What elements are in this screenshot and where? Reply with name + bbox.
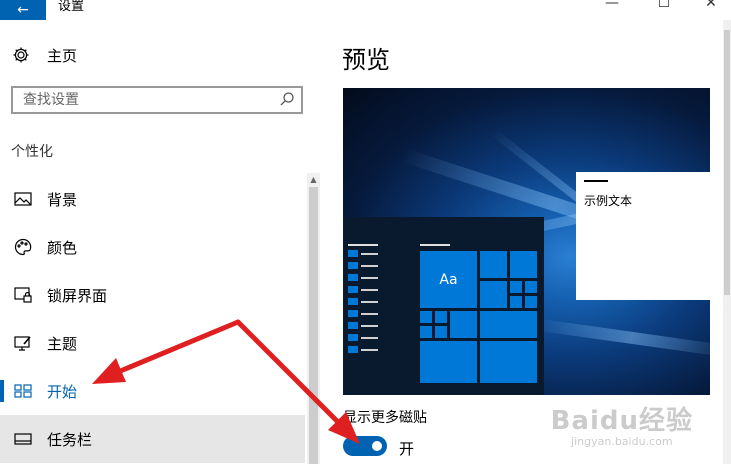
tile: [510, 251, 537, 278]
search-icon[interactable]: [279, 91, 295, 107]
sidebar-item-colors[interactable]: 颜色: [0, 223, 305, 271]
search-box[interactable]: [11, 86, 303, 114]
show-more-tiles-label: 显示更多磁贴: [343, 410, 427, 426]
nav-home[interactable]: 主页: [11, 44, 77, 66]
start-menu-preview: Aa: [343, 217, 544, 395]
maximize-button[interactable]: ☐: [641, 0, 687, 11]
search-input[interactable]: [23, 90, 263, 110]
app-label-line: [361, 301, 378, 303]
sidebar-item-themes[interactable]: 主题: [0, 319, 305, 367]
baidu-watermark: Baidu经验 jingyan.baidu.com: [551, 400, 693, 448]
tile-small: [435, 326, 447, 338]
sidebar-item-start[interactable]: 开始: [0, 367, 305, 415]
toggle-knob: [372, 441, 382, 451]
start-preview: Aa 示例文本: [343, 88, 710, 395]
watermark-sub: jingyan.baidu.com: [571, 435, 673, 448]
app-label-line: [361, 325, 378, 327]
sample-window: 示例文本: [576, 172, 710, 300]
sidebar: 主页 个性化 背景: [0, 20, 320, 464]
tile: [480, 251, 507, 278]
sidebar-item-label: 颜色: [47, 238, 78, 257]
app-icon: [348, 334, 358, 341]
app-icon: [348, 286, 358, 293]
tile-wide: [480, 341, 537, 383]
app-label-line: [361, 253, 378, 255]
app-label-line: [361, 313, 378, 315]
palette-icon: [13, 237, 33, 257]
start-menu-icon: [13, 381, 33, 401]
app-icon: [348, 250, 358, 257]
app-icon: [348, 346, 358, 353]
tile: [480, 281, 507, 308]
taskbar-icon: [13, 429, 33, 449]
menu-header-line: [348, 244, 378, 246]
sidebar-item-label: 任务栏: [47, 430, 93, 449]
sidebar-item-lock-screen[interactable]: 锁屏界面: [0, 271, 305, 319]
tile-small: [510, 281, 522, 293]
theme-icon: [13, 333, 33, 353]
sidebar-item-background[interactable]: 背景: [0, 175, 305, 223]
lock-screen-icon: [13, 285, 33, 305]
app-label-line: [361, 277, 378, 279]
tile-small: [510, 296, 522, 308]
tile-small: [435, 311, 447, 323]
app-icon: [348, 274, 358, 281]
tile-small: [525, 281, 537, 293]
active-indicator: [0, 380, 4, 402]
sidebar-item-taskbar[interactable]: 任务栏: [0, 415, 305, 463]
tile-small: [420, 326, 432, 338]
gear-icon: [11, 45, 31, 65]
toggle-state-label: 开: [399, 440, 415, 458]
sidebar-item-label: 背景: [47, 190, 78, 209]
tile-small: [525, 296, 537, 308]
sample-text: 示例文本: [584, 194, 633, 208]
sidebar-item-label: 锁屏界面: [47, 286, 108, 305]
main-scroll-thumb[interactable]: [724, 30, 730, 295]
sidebar-item-label: 开始: [47, 382, 78, 401]
app-label-line: [361, 337, 378, 339]
tile-wide: [480, 311, 537, 338]
nav-home-label: 主页: [47, 46, 78, 65]
arrow-left-icon: ←: [17, 2, 29, 18]
app-label-line: [361, 289, 378, 291]
back-button[interactable]: ←: [0, 0, 46, 20]
page-title: 预览: [342, 46, 390, 74]
close-button[interactable]: ✕: [688, 0, 731, 11]
sample-title-bar: [584, 180, 608, 182]
app-label-line: [361, 349, 378, 351]
section-label: 个性化: [11, 144, 53, 160]
scroll-up-icon[interactable]: ▲: [307, 173, 320, 187]
tile-wide: [420, 341, 477, 383]
tile-large: Aa: [420, 251, 477, 308]
title-bar: ← 设置 — ☐ ✕: [0, 0, 731, 20]
main-scrollbar[interactable]: [723, 20, 731, 464]
tile: [450, 311, 477, 338]
light-beam: [532, 318, 710, 358]
sidebar-scroll-thumb[interactable]: [309, 187, 318, 464]
main-panel: 预览 Aa 示例文本 显示更多磁贴 开: [320, 20, 731, 464]
image-icon: [13, 189, 33, 209]
show-more-tiles-toggle[interactable]: [343, 436, 387, 456]
app-label-line: [361, 265, 378, 267]
sidebar-scrollbar[interactable]: ▲: [307, 173, 320, 464]
minimize-button[interactable]: —: [589, 0, 635, 11]
watermark-main: Baidu经验: [550, 406, 693, 436]
app-icon: [348, 310, 358, 317]
app-icon: [348, 262, 358, 269]
tiles-header-line: [420, 244, 450, 246]
window-title: 设置: [58, 0, 85, 14]
tile-small: [420, 311, 432, 323]
sidebar-item-label: 主题: [47, 334, 78, 353]
app-icon: [348, 322, 358, 329]
nav-list: 背景 颜色 锁屏界面 主题 开始 任务栏: [0, 175, 305, 463]
app-icon: [348, 298, 358, 305]
